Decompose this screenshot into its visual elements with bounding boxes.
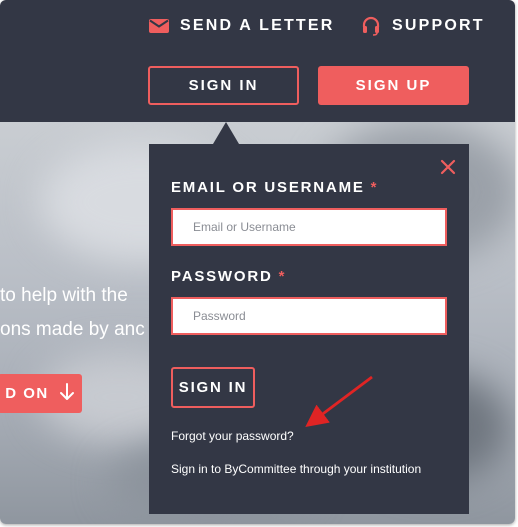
- support-link[interactable]: SUPPORT: [360, 14, 485, 38]
- password-field-label: PASSWORD *: [171, 268, 286, 285]
- browser-viewport: SEND A LETTER SUPPORT SIGN IN SIGN UP to…: [0, 0, 515, 524]
- required-asterisk: *: [370, 179, 379, 196]
- top-navigation-bar: SEND A LETTER SUPPORT SIGN IN SIGN UP: [0, 0, 515, 122]
- hero-cta-button[interactable]: D ON: [0, 374, 82, 413]
- header-sign-up-button[interactable]: SIGN UP: [318, 66, 469, 105]
- close-icon[interactable]: [439, 158, 457, 176]
- email-field-label: EMAIL OR USERNAME *: [171, 179, 378, 196]
- required-asterisk: *: [278, 268, 287, 285]
- envelope-icon: [148, 15, 170, 37]
- password-label-text: PASSWORD: [171, 268, 273, 285]
- email-or-username-input[interactable]: [171, 208, 447, 246]
- hero-cta-label: D ON: [5, 385, 49, 402]
- support-label: SUPPORT: [392, 17, 485, 34]
- hero-headline-line-2: ons made by anc: [0, 319, 145, 340]
- send-letter-link[interactable]: SEND A LETTER: [148, 14, 335, 38]
- hero-headline-line-1: to help with the: [0, 285, 128, 306]
- password-input[interactable]: [171, 297, 447, 335]
- sign-in-submit-button[interactable]: SIGN IN: [171, 367, 255, 408]
- email-label-text: EMAIL OR USERNAME: [171, 179, 365, 196]
- institution-sign-in-link[interactable]: Sign in to ByCommittee through your inst…: [171, 462, 421, 476]
- send-letter-label: SEND A LETTER: [180, 17, 335, 34]
- sign-in-dropdown-panel: EMAIL OR USERNAME * PASSWORD * SIGN IN For…: [149, 144, 469, 514]
- dropdown-caret: [213, 122, 239, 144]
- forgot-password-link[interactable]: Forgot your password?: [171, 429, 294, 443]
- header-sign-in-button[interactable]: SIGN IN: [148, 66, 299, 105]
- headset-icon: [360, 15, 382, 37]
- arrow-down-icon: [59, 382, 75, 405]
